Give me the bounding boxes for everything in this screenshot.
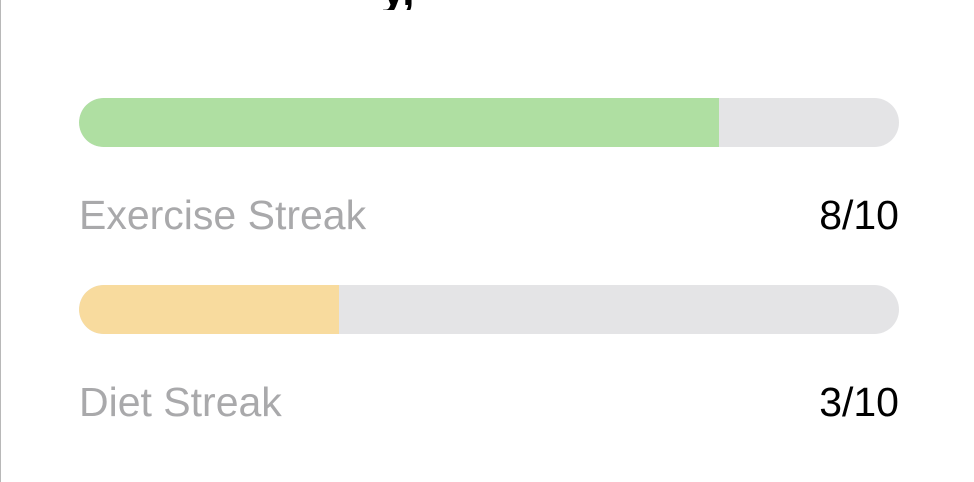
exercise-streak-progress-fill [79, 98, 719, 147]
diet-streak-label: Diet Streak [79, 379, 282, 425]
diet-streak-value: 3/10 [819, 379, 899, 425]
exercise-streak-row: Exercise Streak 8/10 [79, 192, 899, 238]
diet-streak-progress-fill [79, 285, 339, 334]
exercise-streak-progress-bar [79, 98, 899, 147]
exercise-streak: Exercise Streak 8/10 [79, 98, 899, 238]
diet-streak-row: Diet Streak 3/10 [79, 379, 899, 425]
page-title-clip: y, [1, 0, 974, 10]
exercise-streak-label: Exercise Streak [79, 192, 367, 238]
diet-streak-progress-bar [79, 285, 899, 334]
diet-streak: Diet Streak 3/10 [79, 285, 899, 425]
page-title: y, [381, 0, 414, 10]
streaks-screen: y, Exercise Streak 8/10 Diet Streak 3/10 [0, 0, 974, 482]
exercise-streak-value: 8/10 [819, 192, 899, 238]
